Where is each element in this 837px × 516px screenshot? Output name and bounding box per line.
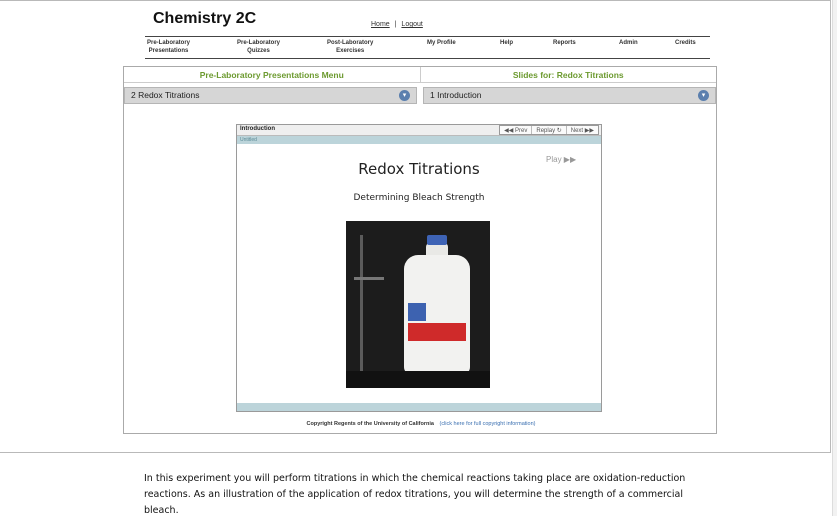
ring-stand [360,235,363,385]
player-slide-title: Introduction [240,126,275,132]
bench-surface [346,371,490,388]
player-subbar: Untitled [237,136,601,144]
presentations-menu-header: Pre-Laboratory Presentations Menu [124,67,421,83]
nav-item-help[interactable]: Help [500,39,513,47]
slide-heading: Redox Titrations [358,160,480,178]
chevron-down-icon[interactable]: ▾ [698,90,709,101]
nav-item-label: Exercises [336,48,365,54]
copyright-footer: Copyright Regents of the University of C… [124,421,718,427]
nav-item-label: Credits [675,40,696,46]
nav-item-post-lab-exercises[interactable]: Post-Laboratory Exercises [327,39,373,55]
bottle-cap [427,235,447,245]
player-sub-label: Untitled [240,137,257,143]
nav-item-reports[interactable]: Reports [553,39,576,47]
menu-header-row: Pre-Laboratory Presentations Menu Slides… [124,67,716,83]
prev-button[interactable]: ◀◀ Prev [500,126,531,134]
burette-clamp [354,277,384,280]
nav-item-my-profile[interactable]: My Profile [427,39,456,47]
presentation-select[interactable]: 2 Redox Titrations ▾ [124,87,417,104]
nav-item-label: Pre-Laboratory [147,40,191,46]
player-controls: ◀◀ Prev Replay ↻ Next ▶▶ [499,125,599,135]
logout-link[interactable]: Logout [401,21,422,28]
copyright-link[interactable]: (click here for full copyright informati… [439,421,535,427]
copyright-text: Copyright Regents of the University of C… [306,421,434,427]
main-nav: Pre-Laboratory Presentations Pre-Laborat… [145,36,710,59]
slide-select[interactable]: 1 Introduction ▾ [423,87,716,104]
bleach-bottle-photo [346,221,490,388]
nav-item-admin[interactable]: Admin [619,39,638,47]
nav-item-label: Presentations [148,48,189,54]
presentation-select-value: 2 Redox Titrations [131,90,200,100]
experiment-description: In this experiment you will perform titr… [144,473,686,516]
player-bottom-bar [237,403,601,411]
link-separator: | [394,21,397,28]
nav-item-label: Pre-Laboratory [237,40,281,46]
next-button[interactable]: Next ▶▶ [565,126,598,134]
site-title: Chemistry 2C [153,10,257,27]
nav-item-label: Quizzes [247,48,270,54]
top-links: Home | Logout [371,21,423,28]
bottle-label [408,323,466,341]
home-link[interactable]: Home [371,21,390,28]
player-toolbar: Introduction ◀◀ Prev Replay ↻ Next ▶▶ [237,125,601,136]
replay-button[interactable]: Replay ↻ [531,126,565,134]
nav-item-pre-lab-presentations[interactable]: Pre-Laboratory Presentations [147,39,190,55]
nav-item-credits[interactable]: Credits [675,39,696,47]
nav-item-label: Reports [553,40,576,46]
slide-select-value: 1 Introduction [430,90,482,100]
chevron-down-icon[interactable]: ▾ [399,90,410,101]
nav-item-label: Admin [619,40,638,46]
nav-item-label: Post-Laboratory [327,40,374,46]
slide-subheading: Determining Bleach Strength [353,193,485,203]
slides-menu-header: Slides for: Redox Titrations [420,67,716,83]
nav-item-pre-lab-quizzes[interactable]: Pre-Laboratory Quizzes [237,39,280,55]
menu-select-row: 2 Redox Titrations ▾ 1 Introduction ▾ [124,87,716,104]
slide-player: Introduction ◀◀ Prev Replay ↻ Next ▶▶ Un… [236,124,602,412]
bottle-label-logo [408,303,426,321]
nav-item-label: Help [500,40,514,46]
nav-item-label: My Profile [427,40,456,46]
scrollbar[interactable] [832,0,837,516]
